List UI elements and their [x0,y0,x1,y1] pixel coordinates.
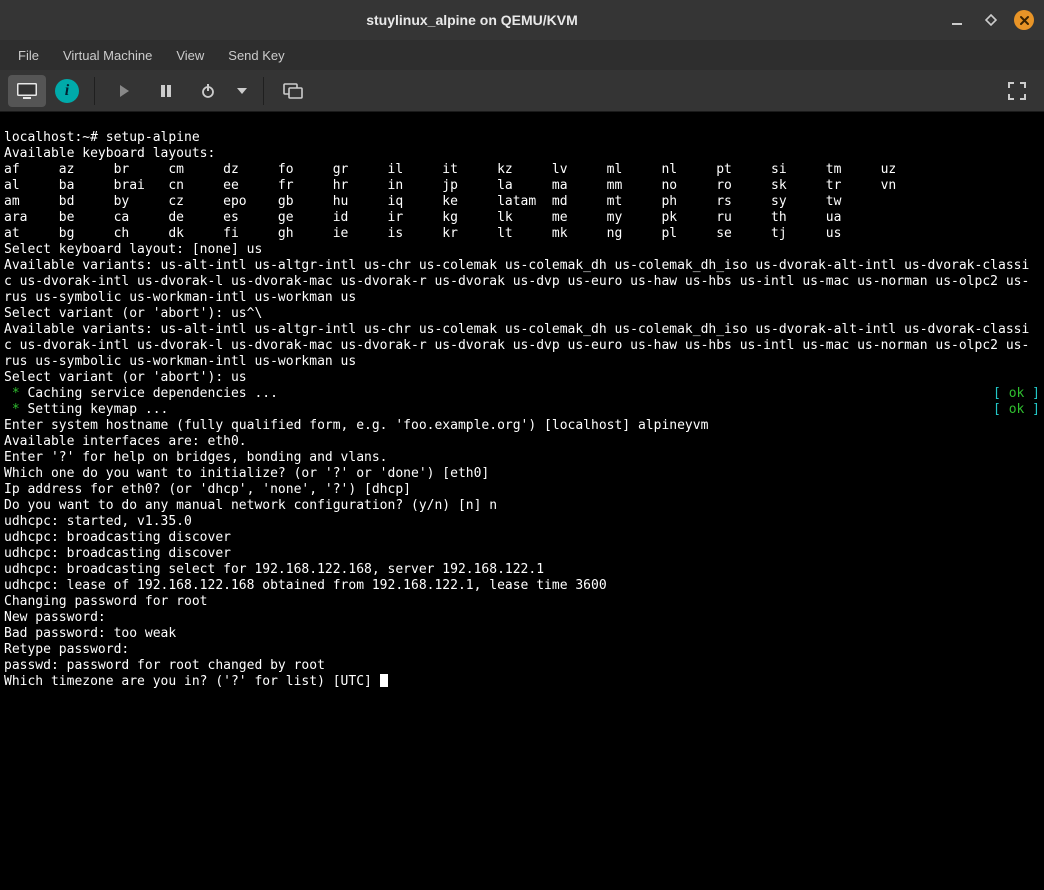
status-ok: ok [1009,402,1025,417]
fullscreen-button[interactable] [998,75,1036,107]
terminal-line: Available interfaces are: eth0. [4,434,247,449]
terminal-line: ara be ca de es ge id ir kg lk me my pk … [4,210,841,225]
console-button[interactable] [8,75,46,107]
terminal-line: Ip address for eth0? (or 'dhcp', 'none',… [4,482,411,497]
bullet-icon: * [4,386,27,401]
terminal-line: at bg ch dk fi gh ie is kr lt mk ng pl s… [4,226,841,241]
terminal-line: Do you want to do any manual network con… [4,498,497,513]
terminal-line: Enter '?' for help on bridges, bonding a… [4,450,388,465]
separator [94,77,95,105]
terminal-line: al ba brai cn ee fr hr in jp la ma mm no… [4,178,896,193]
close-button[interactable] [1014,10,1034,30]
info-icon: i [55,79,79,103]
display-icon [16,82,38,100]
snapshot-button[interactable] [274,75,312,107]
terminal-line: Retype password: [4,642,129,657]
terminal-line: passwd: password for root changed by roo… [4,658,325,673]
menubar: File Virtual Machine View Send Key [0,40,1044,70]
menu-sendkey[interactable]: Send Key [218,44,294,67]
service-status-row: * Setting keymap ... [ ok ] [4,402,1040,418]
menu-vm[interactable]: Virtual Machine [53,44,162,67]
terminal-line: Changing password for root [4,594,208,609]
maximize-icon [985,14,997,26]
menu-view[interactable]: View [166,44,214,67]
maximize-button[interactable] [980,9,1002,31]
terminal-line: udhcpc: broadcasting discover [4,530,231,545]
terminal-line: am bd by cz epo gb hu iq ke latam md mt … [4,194,841,209]
play-icon [117,84,131,98]
status-bracket: [ [993,386,1009,401]
status-ok: ok [1009,386,1025,401]
service-status-row: * Caching service dependencies ... [ ok ] [4,386,1040,402]
terminal-line: udhcpc: lease of 192.168.122.168 obtaine… [4,578,607,593]
terminal-line: udhcpc: started, v1.35.0 [4,514,192,529]
terminal-line: Select variant (or 'abort'): us^\ [4,306,262,321]
menu-file[interactable]: File [8,44,49,67]
terminal-line: localhost:~# setup-alpine [4,130,200,145]
power-button[interactable] [189,75,227,107]
screenshot-icon [283,83,303,99]
terminal-line: Available variants: us-alt-intl us-altgr… [4,258,1036,306]
status-bracket: [ [993,402,1009,417]
bullet-icon: * [4,402,27,417]
terminal[interactable]: localhost:~# setup-alpine Available keyb… [0,112,1044,890]
fullscreen-icon [1008,82,1026,100]
chevron-down-icon [237,88,247,94]
terminal-line: Enter system hostname (fully qualified f… [4,418,708,433]
separator [263,77,264,105]
terminal-line: New password: [4,610,106,625]
info-button[interactable]: i [50,75,84,107]
service-text: Caching service dependencies ... [27,386,277,401]
play-button[interactable] [105,75,143,107]
terminal-line: Which one do you want to initialize? (or… [4,466,489,481]
terminal-line: Select variant (or 'abort'): us [4,370,247,385]
pause-button[interactable] [147,75,185,107]
status-bracket: ] [1024,386,1040,401]
terminal-line: af az br cm dz fo gr il it kz lv ml nl p… [4,162,896,177]
power-dropdown[interactable] [231,75,253,107]
close-icon [1019,15,1030,26]
minimize-button[interactable] [946,9,968,31]
terminal-line: Which timezone are you in? ('?' for list… [4,674,380,689]
terminal-line: Available variants: us-alt-intl us-altgr… [4,322,1036,370]
minimize-icon [951,14,963,26]
cursor [380,674,388,687]
pause-icon [159,84,173,98]
terminal-line: udhcpc: broadcasting select for 192.168.… [4,562,544,577]
titlebar: stuylinux_alpine on QEMU/KVM [0,0,1044,40]
service-text: Setting keymap ... [27,402,168,417]
terminal-line: Select keyboard layout: [none] us [4,242,262,257]
terminal-line: udhcpc: broadcasting discover [4,546,231,561]
toolbar: i [0,70,1044,112]
status-bracket: ] [1024,402,1040,417]
power-icon [200,83,216,99]
terminal-line: Bad password: too weak [4,626,176,641]
terminal-line: Available keyboard layouts: [4,146,215,161]
window-title: stuylinux_alpine on QEMU/KVM [366,12,578,28]
